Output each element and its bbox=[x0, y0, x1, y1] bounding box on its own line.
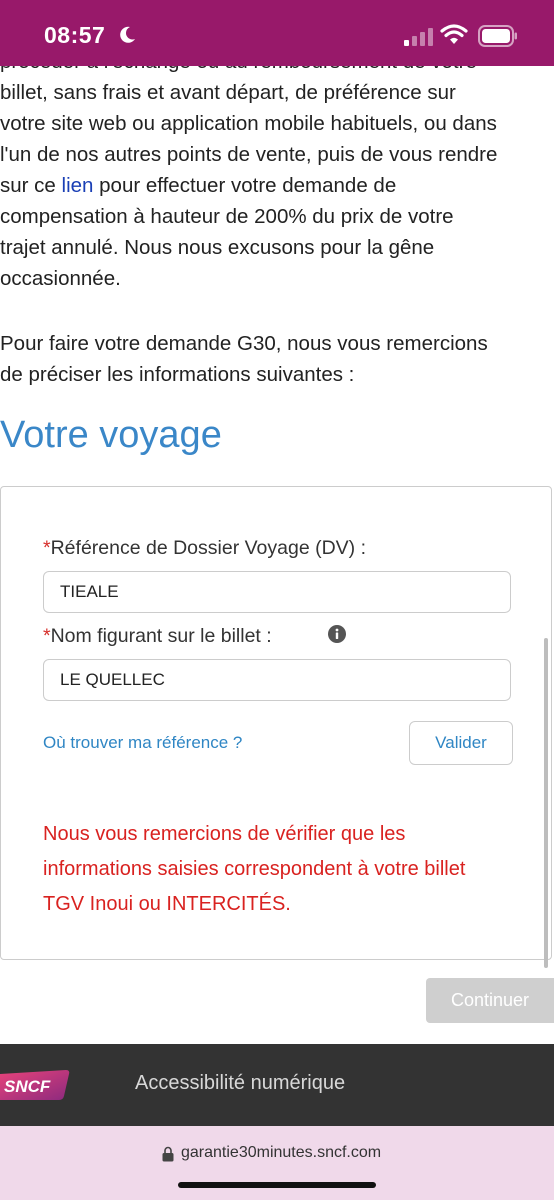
home-indicator[interactable] bbox=[178, 1182, 376, 1188]
intro-paragraph: procéder à l'échange ou au remboursement… bbox=[0, 46, 554, 294]
error-message: Nous vous remercions de vérifier que les… bbox=[43, 823, 466, 915]
intro-line: sur ce lien pour effectuer votre demande… bbox=[0, 170, 554, 201]
moon-icon bbox=[120, 26, 135, 43]
intro-text-before-link: sur ce bbox=[0, 174, 62, 197]
find-reference-link[interactable]: Où trouver ma référence ? bbox=[43, 733, 242, 753]
sncf-logo-text: SNCF bbox=[4, 1077, 51, 1096]
battery-icon bbox=[478, 25, 517, 47]
dossier-label-text: Référence de Dossier Voyage (DV) : bbox=[50, 537, 366, 559]
instructions-line: Pour faire votre demande G30, nous vous … bbox=[0, 332, 488, 355]
intro-line: billet, sans frais et avant départ, de p… bbox=[0, 81, 456, 104]
status-bar: 08:57 bbox=[0, 0, 554, 66]
page: procéder à l'échange ou au remboursement… bbox=[0, 0, 554, 1200]
intro-line: compensation à hauteur de 200% du prix d… bbox=[0, 205, 454, 228]
accessibility-link[interactable]: Accessibilité numérique bbox=[135, 1072, 345, 1095]
instructions-paragraph: Pour faire votre demande G30, nous vous … bbox=[0, 328, 554, 390]
intro-line: trajet annulé. Nous nous excusons pour l… bbox=[0, 236, 435, 259]
required-asterisk: * bbox=[43, 625, 51, 647]
intro-line: occasionnée. bbox=[0, 267, 121, 290]
intro-line: l'un de nos autres points de vente, puis… bbox=[0, 143, 498, 166]
lock-icon bbox=[162, 1146, 174, 1162]
instructions-line: de préciser les informations suivantes : bbox=[0, 363, 355, 386]
info-icon[interactable] bbox=[328, 625, 346, 643]
site-footer: SNCF Accessibilité numérique bbox=[0, 1044, 554, 1126]
intro-text-after-link: pour effectuer votre demande de bbox=[93, 174, 397, 197]
ticket-name-input[interactable] bbox=[43, 659, 511, 701]
wifi-icon bbox=[440, 24, 468, 44]
sncf-logo: SNCF bbox=[0, 1070, 70, 1100]
status-time: 08:57 bbox=[44, 22, 106, 48]
name-label-text: Nom figurant sur le billet : bbox=[50, 625, 272, 647]
name-field-label: *Nom figurant sur le billet : bbox=[43, 625, 272, 648]
url-text[interactable]: garantie30minutes.sncf.com bbox=[181, 1144, 381, 1162]
dossier-reference-input[interactable] bbox=[43, 571, 511, 613]
page-scrollbar[interactable] bbox=[544, 638, 548, 968]
cellular-signal-icon bbox=[404, 28, 433, 46]
intro-line: votre site web ou application mobile hab… bbox=[0, 112, 497, 135]
browser-url-bar[interactable]: garantie30minutes.sncf.com bbox=[0, 1126, 554, 1200]
trip-form-card: *Référence de Dossier Voyage (DV) : *Nom… bbox=[0, 486, 552, 960]
compensation-link[interactable]: lien bbox=[62, 174, 94, 197]
section-title: Votre voyage bbox=[0, 414, 222, 456]
continue-button[interactable]: Continuer bbox=[426, 978, 554, 1023]
required-asterisk: * bbox=[43, 537, 51, 559]
validate-button[interactable]: Valider bbox=[409, 721, 513, 765]
dossier-field-label: *Référence de Dossier Voyage (DV) : bbox=[43, 537, 366, 560]
